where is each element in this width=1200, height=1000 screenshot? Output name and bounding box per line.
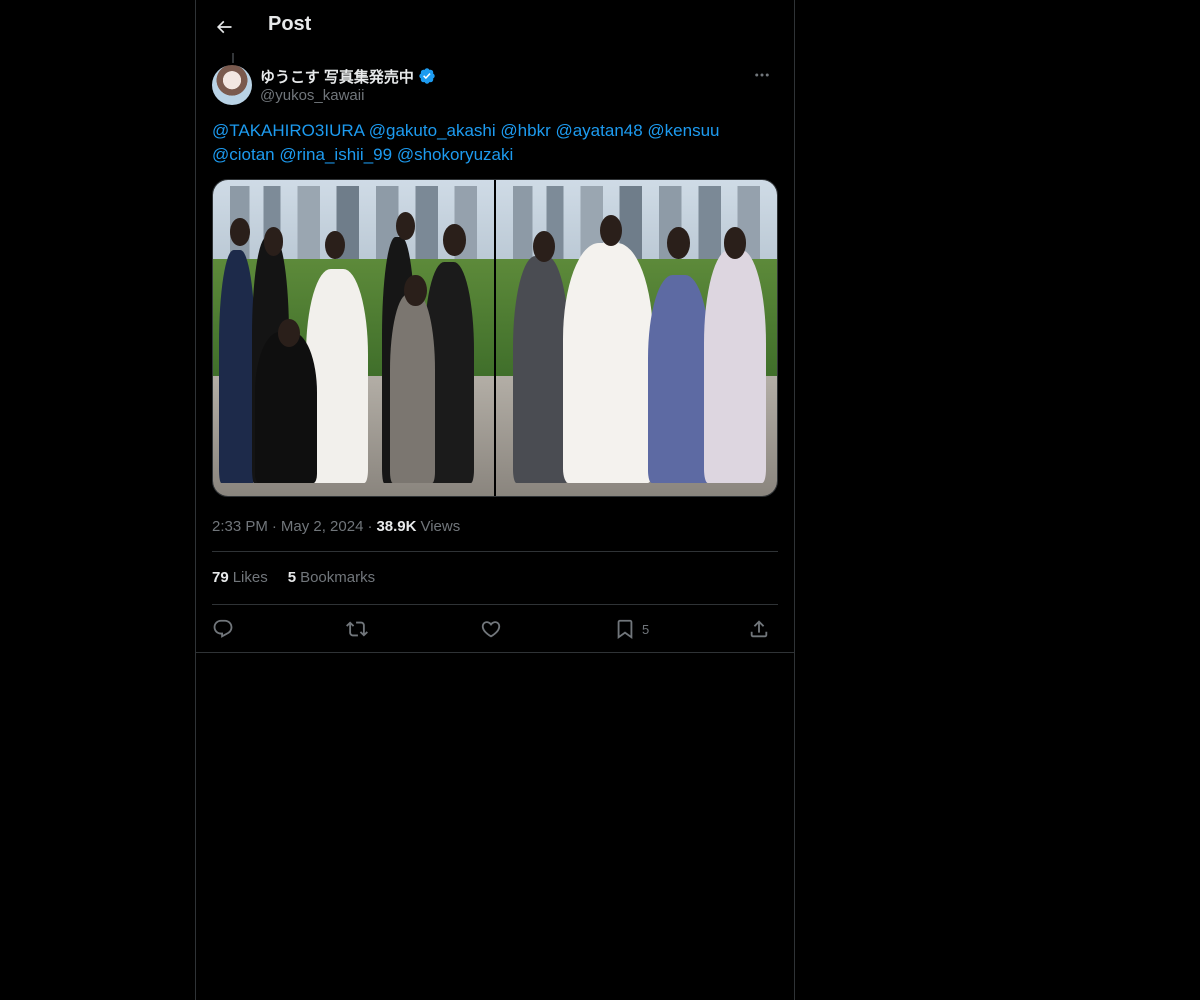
likes-stat[interactable]: 79 Likes xyxy=(212,569,268,589)
photo-person xyxy=(703,249,766,484)
reply-icon xyxy=(213,619,233,638)
reply-button[interactable] xyxy=(212,617,234,641)
photo-person xyxy=(563,243,654,484)
views-label: Views xyxy=(420,517,461,535)
arrow-left-icon xyxy=(216,20,232,34)
author-handle[interactable]: @yukos_kawaii xyxy=(260,87,364,104)
repost-icon xyxy=(346,621,368,637)
mention-link[interactable]: @rina_ishii_99 xyxy=(279,145,392,164)
bookmark-button[interactable]: 5 xyxy=(614,617,649,641)
repost-button[interactable] xyxy=(346,617,368,641)
photo-person xyxy=(512,255,570,484)
meta-separator: · xyxy=(367,517,373,535)
likes-label: Likes xyxy=(232,569,268,586)
mention-link[interactable]: @ayatan48 xyxy=(555,121,642,140)
verified-badge-icon[interactable] xyxy=(418,67,436,85)
photo-person xyxy=(255,331,317,484)
divider xyxy=(212,604,778,605)
post-author: ゆうこす 写真集発売中 @yukos_kawaii xyxy=(212,65,778,105)
bookmark-count: 5 xyxy=(642,621,650,637)
avatar[interactable] xyxy=(212,65,252,105)
photo-person xyxy=(218,249,256,484)
share-button[interactable] xyxy=(748,617,770,641)
likes-count: 79 xyxy=(212,569,229,586)
post-stats: 79 Likes 5 Bookmarks xyxy=(212,569,375,589)
mention-link[interactable]: @gakuto_akashi xyxy=(369,121,496,140)
photo-head xyxy=(229,217,250,247)
action-bar: 5 xyxy=(212,617,778,641)
media-grid xyxy=(212,179,778,497)
post-meta: 2:33 PM · May 2, 2024 · 38.9K Views xyxy=(212,516,460,536)
photo-group-left[interactable] xyxy=(213,180,494,496)
photo-person xyxy=(647,274,710,484)
bookmarks-label: Bookmarks xyxy=(300,569,376,586)
photo-person xyxy=(390,293,435,484)
photo-head xyxy=(667,227,690,259)
bookmarks-count: 5 xyxy=(287,569,297,586)
photo-head xyxy=(325,230,346,259)
bookmarks-stat[interactable]: 5 Bookmarks xyxy=(288,569,375,589)
photo-head xyxy=(443,224,466,256)
more-dots-icon xyxy=(755,73,769,77)
post-time[interactable]: 2:33 PM xyxy=(212,518,268,535)
photo-head xyxy=(532,230,555,263)
post-header: Post xyxy=(196,0,794,53)
author-name-row: ゆうこす 写真集発売中 xyxy=(260,66,436,86)
meta-separator: · xyxy=(271,517,277,535)
photo-group-right[interactable] xyxy=(496,180,777,496)
share-icon xyxy=(750,620,768,638)
bookmark-icon xyxy=(617,619,633,640)
mention-link[interactable]: @TAKAHIRO3IURA xyxy=(212,121,364,140)
photo-head xyxy=(263,227,284,256)
thread-connector-line xyxy=(232,53,234,63)
photo-head xyxy=(404,274,427,307)
mention-link[interactable]: @ciotan xyxy=(212,145,275,164)
divider xyxy=(212,551,778,552)
tweet-text: @TAKAHIRO3IURA @gakuto_akashi @hbkr @aya… xyxy=(212,119,778,167)
mention-link[interactable]: @kensuu xyxy=(647,121,719,140)
photo-head xyxy=(723,227,747,259)
author-name[interactable]: ゆうこす 写真集発売中 xyxy=(260,66,414,87)
back-button[interactable] xyxy=(208,10,240,44)
views-count: 38.9K xyxy=(376,517,417,535)
like-button[interactable] xyxy=(480,617,502,641)
mention-link[interactable]: @hbkr xyxy=(500,121,550,140)
page-title: Post xyxy=(268,13,312,35)
post-column: Post ゆうこす 写真集発売中 @yukos_kawaii @TAKAHIRO… xyxy=(195,0,795,1000)
more-options-button[interactable] xyxy=(746,65,778,85)
post-bottom-border xyxy=(196,652,794,653)
post-date[interactable]: May 2, 2024 xyxy=(281,518,364,535)
photo-head xyxy=(395,211,416,241)
mention-link[interactable]: @shokoryuzaki xyxy=(397,145,513,164)
heart-icon xyxy=(481,621,501,638)
